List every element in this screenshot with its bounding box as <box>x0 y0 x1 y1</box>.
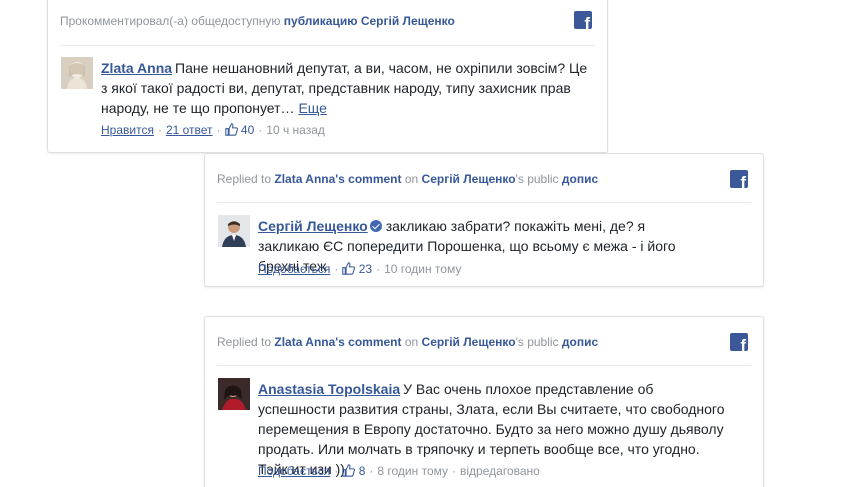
card-header: Replied to Zlata Anna's comment on Сергі… <box>217 172 598 186</box>
facebook-icon[interactable]: f <box>574 11 592 29</box>
post-link[interactable]: допис <box>562 335 598 349</box>
comment-link[interactable]: Zlata Anna's comment <box>274 335 401 349</box>
timestamp[interactable]: 8 годин тому <box>377 464 448 478</box>
card-header: Прокомментировал(-а) общедоступную публи… <box>60 14 455 28</box>
comment-meta: Подобається · 23 · 10 годин тому <box>258 262 462 276</box>
comment-meta: Нравится · 21 ответ · 40 · 10 ч назад <box>101 123 325 137</box>
comment-author[interactable]: Zlata Anna <box>101 60 172 76</box>
avatar-zlata-anna[interactable] <box>61 57 93 89</box>
thumbs-up-icon <box>342 464 356 477</box>
divider <box>60 45 595 46</box>
replies-link[interactable]: 21 ответ <box>166 123 213 137</box>
divider <box>217 365 751 366</box>
post-link[interactable]: допис <box>562 172 598 186</box>
post-link[interactable]: публикацию Сергій Лещенко <box>284 14 455 28</box>
page-link[interactable]: Сергій Лещенко <box>422 172 516 186</box>
header-on: on <box>404 172 419 186</box>
like-button[interactable]: Нравится <box>101 123 154 137</box>
timestamp[interactable]: 10 годин тому <box>384 262 461 276</box>
avatar-serhii-leshchenko[interactable] <box>218 215 250 247</box>
facebook-icon[interactable]: f <box>730 170 748 188</box>
page-link[interactable]: Сергій Лещенко <box>422 335 516 349</box>
comment-author[interactable]: Anastasia Topolskaia <box>258 381 400 397</box>
reply-card-leshchenko: Replied to Zlata Anna's comment on Сергі… <box>204 153 764 287</box>
thumbs-up-icon <box>224 123 238 136</box>
like-count[interactable]: 23 <box>342 262 372 276</box>
reply-card-topolskaia: Replied to Zlata Anna's comment on Сергі… <box>204 316 764 487</box>
thumbs-up-icon <box>342 262 356 275</box>
comment-meta: Подобається · 8 · 8 годин тому · відредагован… <box>258 464 540 478</box>
like-count[interactable]: 40 <box>224 123 254 137</box>
verified-badge-icon <box>369 220 382 232</box>
like-button[interactable]: Подобається <box>258 464 330 478</box>
comment-author[interactable]: Сергій Лещенко <box>258 218 368 234</box>
timestamp[interactable]: 10 ч назад <box>266 123 325 137</box>
see-more-link[interactable]: Еще <box>298 100 327 116</box>
comment-body: Zlata Anna Пане нешановний депутат, а ви,… <box>101 58 591 118</box>
header-prefix: Replied to <box>217 335 272 349</box>
header-on: on <box>404 335 419 349</box>
like-button[interactable]: Подобається <box>258 262 330 276</box>
comment-card-zlata: Прокомментировал(-а) общедоступную публи… <box>47 0 608 153</box>
comment-text: Пане нешановний депутат, а ви, часом, не… <box>101 60 588 116</box>
header-prefix: Прокомментировал(-а) общедоступную <box>60 14 281 28</box>
card-header: Replied to Zlata Anna's comment on Сергі… <box>217 335 598 349</box>
header-prefix: Replied to <box>217 172 272 186</box>
header-suffix: 's public <box>515 172 559 186</box>
edited-label[interactable]: відредаговано <box>460 464 540 478</box>
avatar-anastasia-topolskaia[interactable] <box>218 378 250 410</box>
like-count[interactable]: 8 <box>342 464 365 478</box>
header-suffix: 's public <box>515 335 559 349</box>
facebook-icon[interactable]: f <box>730 333 748 351</box>
divider <box>217 202 751 203</box>
comment-link[interactable]: Zlata Anna's comment <box>274 172 401 186</box>
